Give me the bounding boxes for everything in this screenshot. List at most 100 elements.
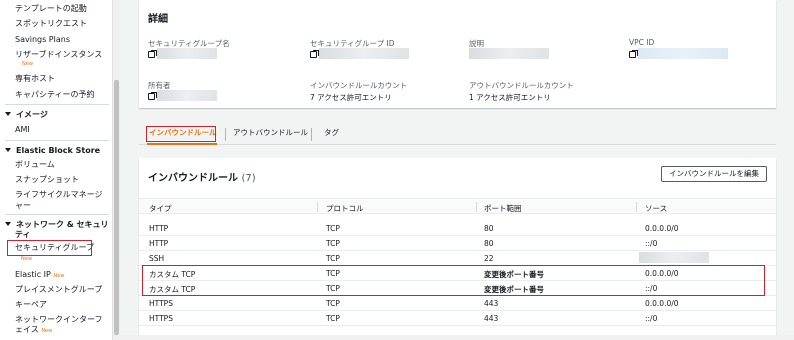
cell-type: HTTPS xyxy=(149,299,173,308)
vpc-id-label: VPC ID xyxy=(629,38,655,47)
table-header: タイプ プロトコル ポート範囲 ソース xyxy=(139,198,776,214)
cell-type: HTTP xyxy=(149,224,169,233)
scrollbar-thumb[interactable] xyxy=(114,80,119,335)
sg-name-value xyxy=(148,48,217,59)
rules-count: (7) xyxy=(241,173,256,184)
table-row[interactable]: HTTPS TCP 443 ::/0 xyxy=(139,311,776,326)
new-badge: New xyxy=(41,328,53,334)
rules-title: インバウンドルール (7) xyxy=(148,169,256,184)
section-label: イメージ xyxy=(16,110,48,119)
sidebar-item-dedicated-hosts[interactable]: 専有ホスト xyxy=(15,73,55,84)
cell-type: HTTPS xyxy=(149,314,173,323)
sidebar-item-elastic-ip[interactable]: Elastic IP New xyxy=(15,269,64,280)
table-row[interactable]: SSH TCP 22 xyxy=(139,251,776,266)
redacted-value xyxy=(639,252,709,263)
rules-title-text: インバウンドルール xyxy=(148,173,238,184)
cell-protocol: TCP xyxy=(326,299,340,308)
cell-port: 80 xyxy=(484,239,494,248)
copy-icon[interactable] xyxy=(148,49,157,58)
redacted-value xyxy=(469,48,549,59)
sidebar-item-lifecycle-manager[interactable]: ライフサイクルマネージ xyxy=(15,189,102,200)
sidebar-scrollbar[interactable] xyxy=(112,0,120,340)
description-value xyxy=(469,48,549,59)
sidebar-nav: テンプレートの起動 スポットリクエスト Savings Plans リザーブドイ… xyxy=(0,0,112,340)
tab-tags[interactable]: タグ xyxy=(324,127,339,138)
cell-port: 443 xyxy=(484,299,499,308)
sidebar-item-launch-templates[interactable]: テンプレートの起動 xyxy=(15,3,87,14)
table-row[interactable]: HTTP TCP 80 0.0.0.0/0 xyxy=(139,221,776,236)
sidebar-item-network-interfaces-cont[interactable]: ェイス New xyxy=(15,324,52,335)
cell-source: 0.0.0.0/0 xyxy=(645,299,679,308)
new-badge: New xyxy=(53,273,65,279)
owner-value xyxy=(148,90,217,101)
highlight-box xyxy=(142,265,765,296)
tab-separator xyxy=(225,128,226,141)
cell-port: 22 xyxy=(484,254,494,263)
sidebar-item-capacity-reservations[interactable]: キャパシティーの予約 xyxy=(15,89,95,100)
edit-inbound-rules-button[interactable]: インバウンドルールを編集 xyxy=(661,166,767,182)
inbound-count-label: インバウンドルールカウント xyxy=(310,81,408,90)
sidebar-item-volumes[interactable]: ボリューム xyxy=(15,159,55,170)
tab-outbound-rules[interactable]: アウトバウンドルール xyxy=(233,127,308,138)
inbound-count-value: 7 アクセス許可エントリ xyxy=(310,93,392,102)
section-label: ネットワーク & セキュリ xyxy=(16,220,109,229)
table-row[interactable]: HTTP TCP 80 ::/0 xyxy=(139,236,776,251)
table-row[interactable]: HTTPS TCP 443 0.0.0.0/0 xyxy=(139,296,776,311)
cell-source: 0.0.0.0/0 xyxy=(645,224,679,233)
redacted-value xyxy=(157,90,217,101)
copy-icon[interactable] xyxy=(148,91,157,100)
redacted-value xyxy=(319,48,409,59)
sidebar-section-network-security-cont: ティ xyxy=(15,230,31,239)
active-tab-indicator xyxy=(147,143,217,145)
cell-source xyxy=(639,252,709,263)
sidebar-item-snapshots[interactable]: スナップショット xyxy=(15,174,79,185)
column-header-source[interactable]: ソース xyxy=(645,203,667,214)
cell-type: SSH xyxy=(149,254,165,263)
cell-port: 80 xyxy=(484,224,494,233)
column-header-protocol[interactable]: プロトコル xyxy=(326,203,364,214)
cell-protocol: TCP xyxy=(326,254,340,263)
section-label: Elastic Block Store xyxy=(16,146,101,155)
sidebar-item-spot-requests[interactable]: スポットリクエスト xyxy=(15,18,87,29)
caret-down-icon xyxy=(5,148,11,152)
cell-port: 443 xyxy=(484,314,499,323)
vpc-id-value xyxy=(629,48,728,59)
highlight-box xyxy=(146,126,216,142)
item-label: Elastic IP xyxy=(15,270,51,279)
redacted-value xyxy=(157,48,217,59)
column-header-type[interactable]: タイプ xyxy=(149,203,172,214)
sidebar-item-reserved-instances[interactable]: リザーブドインスタンス xyxy=(15,49,102,60)
tab-bar: インバウンドルール アウトバウンドルール タグ xyxy=(139,123,776,145)
tab-separator xyxy=(311,128,312,141)
sidebar-item-lifecycle-manager-cont[interactable]: ャー xyxy=(15,200,31,211)
copy-icon[interactable] xyxy=(629,49,638,58)
new-badge: New xyxy=(21,256,32,262)
outbound-count-label: アウトバウンドルールカウント xyxy=(469,81,574,90)
sidebar-section-images[interactable]: イメージ xyxy=(5,109,48,120)
details-panel: 詳細 セキュリティグループ名 セキュリティグループ ID 説明 VPC ID 所… xyxy=(139,0,776,108)
copy-icon[interactable] xyxy=(310,49,319,58)
sidebar-item-placement-groups[interactable]: プレイスメントグループ xyxy=(15,284,102,295)
horizontal-scrollbar[interactable] xyxy=(120,335,794,340)
redacted-value xyxy=(638,48,728,59)
item-label: ェイス xyxy=(15,325,39,334)
cell-protocol: TCP xyxy=(326,224,340,233)
caret-down-icon xyxy=(5,112,11,116)
sidebar-item-savings-plans[interactable]: Savings Plans xyxy=(15,34,70,45)
sidebar-item-ami[interactable]: AMI xyxy=(15,124,30,135)
divider xyxy=(5,104,109,105)
divider xyxy=(5,140,109,141)
outbound-count-value: 1 アクセス許可エントリ xyxy=(469,93,551,102)
new-badge: New xyxy=(22,61,33,67)
inbound-rules-panel: インバウンドルール (7) インバウンドルールを編集 タイプ プロトコル ポート… xyxy=(139,158,776,340)
column-header-port-range[interactable]: ポート範囲 xyxy=(484,203,522,214)
sg-id-value xyxy=(310,48,409,59)
column-separator[interactable] xyxy=(636,202,637,212)
cell-type: HTTP xyxy=(149,239,169,248)
column-separator[interactable] xyxy=(317,202,318,212)
sidebar-section-ebs[interactable]: Elastic Block Store xyxy=(5,145,100,156)
sidebar-item-key-pairs[interactable]: キーペア xyxy=(15,299,47,310)
highlight-box xyxy=(7,240,92,256)
column-separator[interactable] xyxy=(476,202,477,212)
divider xyxy=(5,214,109,215)
